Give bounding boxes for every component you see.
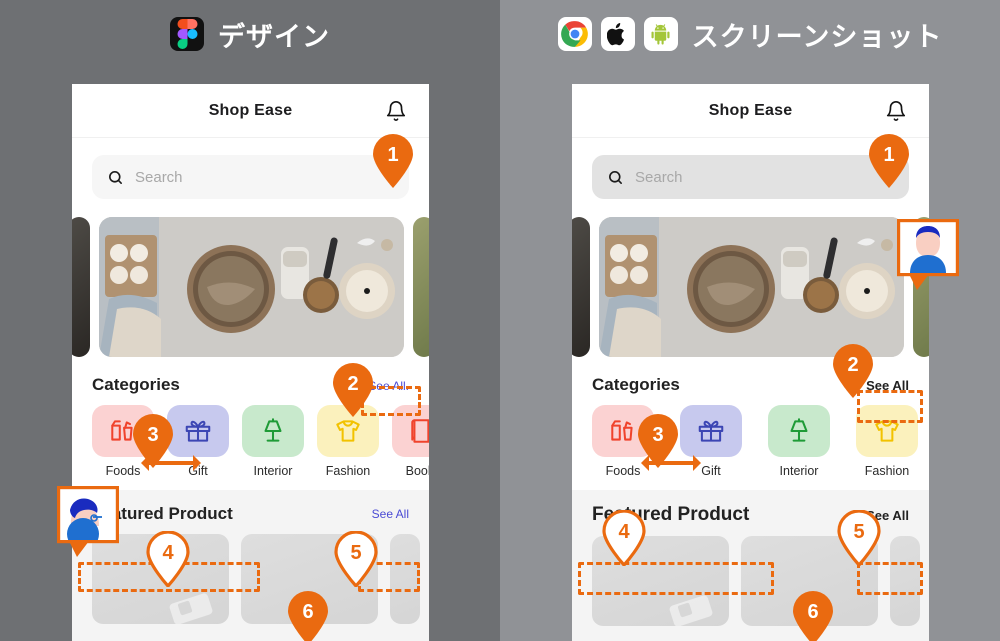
app-topbar: Shop Ease: [72, 84, 429, 138]
category-item-books[interactable]: Books: [392, 405, 429, 478]
category-item-interior[interactable]: Interior: [242, 405, 304, 478]
categories-list: Foods Gift Interior: [72, 403, 429, 478]
pin-number: 2: [347, 372, 359, 395]
apple-icon: [600, 17, 635, 51]
left-header-icons: [170, 17, 204, 51]
right-panel-header: スクリーンショット: [500, 12, 1000, 56]
app-topbar: Shop Ease: [572, 84, 929, 138]
category-label: Interior: [253, 464, 293, 478]
category-label: Interior: [779, 464, 819, 478]
annotation-pin-4-right[interactable]: 4: [602, 509, 646, 568]
search-icon: [609, 170, 622, 184]
bell-icon[interactable]: [885, 100, 907, 122]
banner-carousel[interactable]: [72, 213, 429, 361]
avatar-right: [897, 219, 959, 293]
lamp-icon: [768, 405, 830, 457]
avatar-left: [57, 486, 119, 560]
page-title: Shop Ease: [708, 101, 793, 119]
category-item-interior[interactable]: Interior: [768, 405, 830, 478]
annotation-pin-5-left[interactable]: 5: [334, 530, 378, 589]
featured-see-all-link[interactable]: See All: [372, 507, 409, 521]
pin-number: 1: [387, 143, 399, 166]
right-panel-title: スクリーンショット: [691, 21, 943, 52]
pin-number: 4: [162, 541, 174, 564]
pin-number: 3: [147, 423, 159, 446]
categories-heading: Categories: [592, 375, 680, 394]
annotation-pin-3-right[interactable]: 3: [636, 413, 680, 469]
banner-slide-next[interactable]: [413, 217, 429, 357]
pin-number: 2: [847, 353, 859, 376]
banner-slide-prev[interactable]: [572, 217, 590, 357]
page-title: Shop Ease: [208, 101, 293, 119]
categories-section-header: Categories See All: [572, 361, 929, 403]
search-icon: [109, 170, 122, 184]
product-card[interactable]: [390, 534, 420, 624]
search-placeholder: Search: [135, 168, 183, 186]
product-card[interactable]: [890, 536, 920, 626]
annotation-pin-4-left[interactable]: 4: [146, 530, 190, 589]
search-input[interactable]: Search: [92, 155, 409, 199]
gift-icon: [680, 405, 742, 457]
banner-slide-current[interactable]: [599, 217, 904, 357]
annotation-pin-3-left[interactable]: 3: [131, 413, 175, 469]
left-panel-title: デザイン: [218, 21, 330, 52]
category-label: Fashion: [325, 464, 371, 478]
pin-number: 5: [350, 541, 362, 564]
pin-number: 6: [807, 600, 819, 623]
lamp-icon: [242, 405, 304, 457]
annotation-pin-6-right[interactable]: 6: [791, 590, 835, 641]
annotation-pin-2-right[interactable]: 2: [831, 343, 875, 399]
pin-number: 6: [302, 600, 314, 623]
pin-number: 5: [853, 520, 865, 543]
figma-icon: [170, 17, 204, 51]
annotation-pin-1-right[interactable]: 1: [867, 133, 911, 189]
banner-image: [599, 217, 904, 357]
right-header-icons: [557, 17, 678, 51]
pin-number: 1: [883, 143, 895, 166]
pin-number: 4: [618, 520, 630, 543]
annotation-pin-1-left[interactable]: 1: [371, 133, 415, 189]
banner-slide-prev[interactable]: [72, 217, 90, 357]
categories-heading: Categories: [92, 375, 180, 394]
categories-section-header: Categories See All.: [72, 361, 429, 403]
chrome-icon: [557, 17, 592, 51]
pin-number: 3: [652, 423, 664, 446]
left-panel-header: デザイン: [0, 12, 500, 56]
annotation-pin-6-left[interactable]: 6: [286, 590, 330, 641]
gift-icon: [167, 405, 229, 457]
banner-image: [99, 217, 404, 357]
search-placeholder: Search: [635, 168, 683, 186]
search-input[interactable]: Search: [592, 155, 909, 199]
category-label: Fashion: [864, 464, 910, 478]
banner-carousel[interactable]: [572, 213, 929, 361]
comparison-stage: デザイン スクリーンショット Shop Ease Search Categori…: [0, 0, 1000, 641]
annotation-pin-2-left[interactable]: 2: [331, 362, 375, 418]
android-icon: [643, 17, 678, 51]
annotation-pin-5-right[interactable]: 5: [837, 509, 881, 568]
category-item-fashion[interactable]: Fashion: [856, 405, 918, 478]
category-label: Books: [405, 464, 429, 478]
featured-section-header: Featured Product See All: [72, 500, 429, 530]
tshirt-icon: [856, 405, 918, 457]
banner-slide-current[interactable]: [99, 217, 404, 357]
categories-list: Foods Gift Interior: [572, 403, 929, 478]
bell-icon[interactable]: [385, 100, 407, 122]
book-icon: [392, 405, 429, 457]
